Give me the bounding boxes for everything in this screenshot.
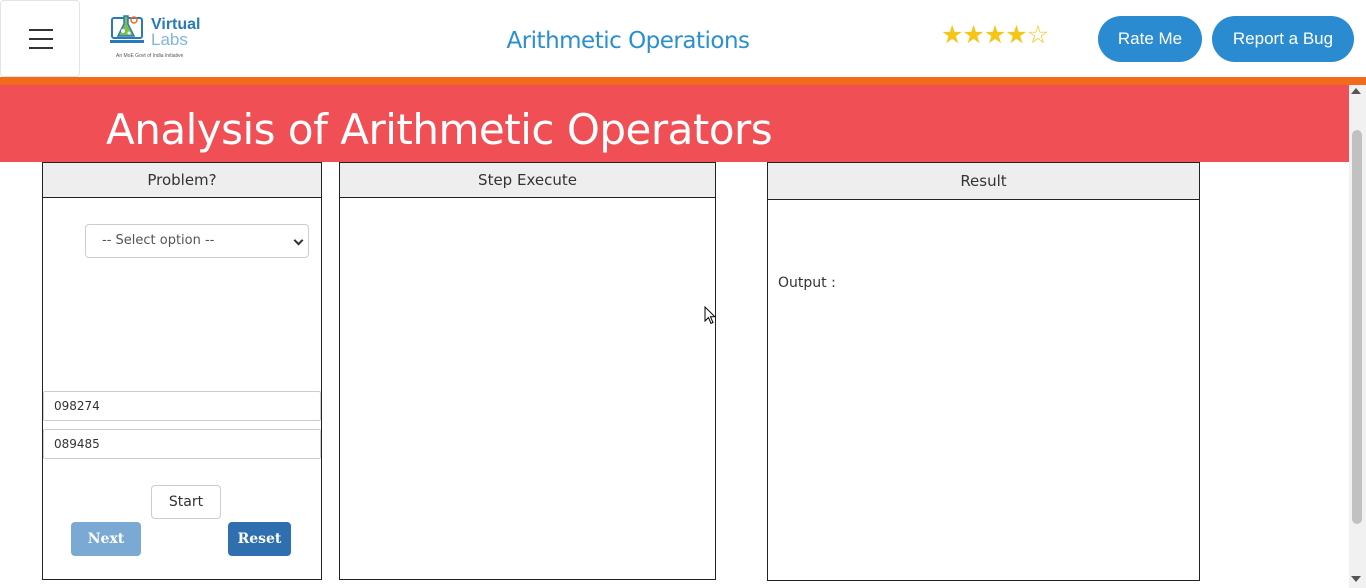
experiment-title: Analysis of Arithmetic Operators <box>106 105 773 154</box>
step-execute-panel-header: Step Execute <box>340 163 715 198</box>
reset-button[interactable]: Reset <box>228 522 291 556</box>
star-filled-icon[interactable]: ★ <box>962 21 984 49</box>
output-label: Output : <box>778 275 836 291</box>
accent-strip <box>0 77 1366 85</box>
menu-icon-line <box>29 38 53 40</box>
select-value: -- Select option -- <box>102 233 215 248</box>
flask-logo-icon <box>110 15 144 43</box>
chevron-down-icon <box>293 235 304 246</box>
step-execute-panel: Step Execute <box>339 162 716 580</box>
scrollbar-thumb[interactable] <box>1352 130 1362 524</box>
result-panel: Result Output : <box>767 162 1200 581</box>
virtual-labs-logo[interactable]: Virtual Labs An MoE Govt of India Initia… <box>110 12 202 64</box>
star-filled-icon[interactable]: ★ <box>984 21 1006 49</box>
start-button[interactable]: Start <box>151 485 221 519</box>
page-title: Arithmetic Operations <box>506 28 750 54</box>
star-filled-icon[interactable]: ★ <box>1005 21 1027 49</box>
star-rating[interactable]: ★★★★☆ <box>941 20 1049 50</box>
problem-select[interactable]: -- Select option -- <box>85 224 309 258</box>
hamburger-menu-button[interactable] <box>0 0 80 77</box>
second-number-input[interactable]: 089485 <box>43 429 321 459</box>
problem-panel-header: Problem? <box>43 163 321 198</box>
logo-tagline: An MoE Govt of India Initiative <box>116 53 184 59</box>
mouse-pointer-icon <box>704 306 716 325</box>
first-number-input[interactable]: 098274 <box>43 391 321 421</box>
star-empty-icon[interactable]: ☆ <box>1027 21 1049 49</box>
scroll-down-arrow-icon[interactable] <box>1351 576 1361 582</box>
star-filled-icon[interactable]: ★ <box>941 21 963 49</box>
scroll-up-arrow-icon[interactable] <box>1351 88 1361 94</box>
top-navbar: Virtual Labs An MoE Govt of India Initia… <box>0 0 1366 77</box>
result-panel-header: Result <box>768 163 1199 200</box>
menu-icon-line <box>29 47 53 49</box>
report-bug-button[interactable]: Report a Bug <box>1212 16 1354 62</box>
next-button[interactable]: Next <box>71 522 141 556</box>
experiment-banner: Analysis of Arithmetic Operators <box>0 85 1349 162</box>
rate-me-button[interactable]: Rate Me <box>1098 16 1202 62</box>
menu-icon-line <box>29 29 53 31</box>
problem-panel: Problem? -- Select option -- 098274 0894… <box>42 162 322 580</box>
logo-word-labs: Labs <box>151 30 188 49</box>
